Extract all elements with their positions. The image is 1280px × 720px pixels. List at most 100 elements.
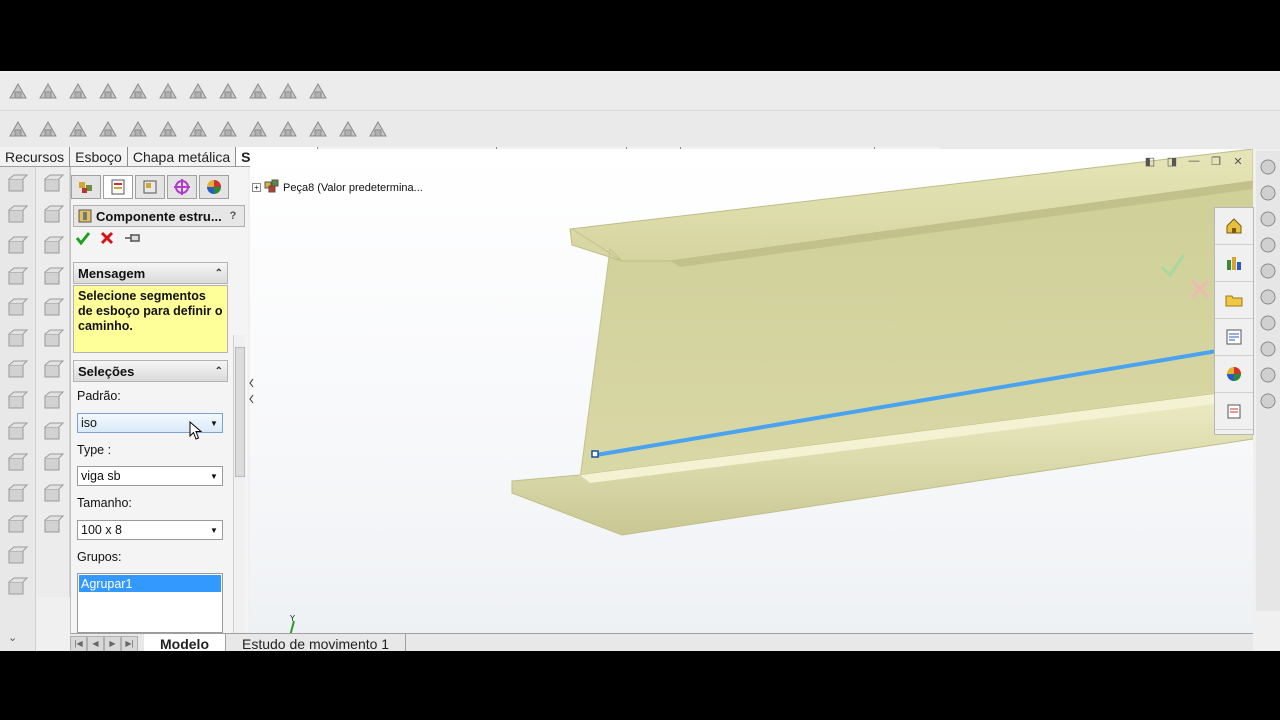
right-strip-tool-icon[interactable] <box>1258 391 1278 411</box>
feature-tree-root[interactable]: + Peça8 (Valor predetermina... <box>252 179 423 196</box>
left-strip-tool-icon[interactable] <box>4 234 30 260</box>
left-strip-secondary-tool-icon[interactable] <box>40 203 66 229</box>
left-strip-tool-icon[interactable] <box>4 544 30 570</box>
task-pane-home-tab[interactable] <box>1215 208 1253 245</box>
type-select[interactable]: viga sb ▼ <box>77 466 223 486</box>
sketch-icon[interactable] <box>34 116 62 144</box>
trim-extend-icon[interactable] <box>64 78 92 106</box>
left-strip-secondary-tool-icon[interactable] <box>40 265 66 291</box>
task-pane-design-library-tab[interactable] <box>1215 245 1253 282</box>
scrollbar-thumb[interactable] <box>235 347 245 477</box>
left-strip-tool-icon[interactable] <box>4 358 30 384</box>
right-strip-tool-icon[interactable] <box>1258 313 1278 333</box>
left-strip-secondary-tool-icon[interactable] <box>40 358 66 384</box>
prev-tab-button[interactable]: ◀ <box>87 635 104 651</box>
left-strip-secondary-tool-icon[interactable] <box>40 327 66 353</box>
left-strip-tool-icon[interactable] <box>4 265 30 291</box>
minimize-icon[interactable]: — <box>1186 154 1202 168</box>
right-strip-tool-icon[interactable] <box>1258 235 1278 255</box>
3d-sketch-icon[interactable] <box>4 78 32 106</box>
help-icon[interactable]: ? <box>226 209 240 223</box>
tile-left-icon[interactable]: ◧ <box>1142 154 1158 168</box>
gusset-icon[interactable] <box>124 78 152 106</box>
left-strip-secondary-tool-icon[interactable] <box>40 482 66 508</box>
graphics-viewport[interactable] <box>250 149 1253 635</box>
left-strip-tool-icon[interactable] <box>4 327 30 353</box>
display-manager-tab[interactable] <box>199 175 229 199</box>
bottom-tab-motion-study[interactable]: Estudo de movimento 1 <box>226 633 407 651</box>
dropdown-arrow-icon[interactable]: ▼ <box>206 467 222 485</box>
restore-icon[interactable]: ❐ <box>1208 154 1224 168</box>
groups-list[interactable]: Agrupar1 <box>77 573 223 633</box>
left-strip-secondary-tool-icon[interactable] <box>40 172 66 198</box>
dropdown-arrow-icon[interactable]: ▼ <box>206 521 222 539</box>
cancel-button[interactable] <box>99 230 115 251</box>
pin-button[interactable] <box>123 230 143 251</box>
left-strip-tool-icon[interactable] <box>4 296 30 322</box>
extruded-cut-icon[interactable] <box>244 78 272 106</box>
more-tools-icon[interactable] <box>364 116 392 144</box>
list-item[interactable]: Agrupar1 <box>79 575 221 592</box>
close-icon[interactable]: ✕ <box>1230 154 1246 168</box>
end-cap-icon[interactable] <box>94 78 122 106</box>
right-strip-tool-icon[interactable] <box>1258 183 1278 203</box>
chamfer-icon[interactable] <box>154 116 182 144</box>
left-strip-secondary-tool-icon[interactable] <box>40 234 66 260</box>
left-strip-secondary-tool-icon[interactable] <box>40 389 66 415</box>
left-strip-secondary-tool-icon[interactable] <box>40 420 66 446</box>
left-strip-tool-icon[interactable] <box>4 420 30 446</box>
configuration-manager-tab[interactable] <box>135 175 165 199</box>
left-strip-secondary-tool-icon[interactable] <box>40 451 66 477</box>
hole-wizard-icon[interactable] <box>274 78 302 106</box>
tab-esbo-o[interactable]: Esboço <box>70 147 128 166</box>
ok-button[interactable] <box>75 230 91 251</box>
mirror-icon[interactable] <box>274 116 302 144</box>
left-strip-tool-icon[interactable] <box>4 451 30 477</box>
right-strip-tool-icon[interactable] <box>1258 157 1278 177</box>
property-manager-tab[interactable] <box>103 175 133 199</box>
structure-system-icon[interactable] <box>94 116 122 144</box>
task-pane-appearances-tab[interactable] <box>1215 356 1253 393</box>
task-pane-view-palette-tab[interactable] <box>1215 319 1253 356</box>
draft-icon[interactable] <box>334 116 362 144</box>
3d-sketch-2-icon[interactable] <box>4 116 32 144</box>
left-strip-tool-icon[interactable] <box>4 575 30 601</box>
left-strip-tool-icon[interactable] <box>4 172 30 198</box>
tile-right-icon[interactable]: ◨ <box>1164 154 1180 168</box>
dimxpert-tab[interactable] <box>167 175 197 199</box>
first-tab-button[interactable]: |◀ <box>70 635 87 651</box>
bottom-tab-model[interactable]: Modelo <box>144 633 226 651</box>
left-strip-tool-icon[interactable] <box>4 203 30 229</box>
weld-bead-icon[interactable] <box>154 78 182 106</box>
right-strip-tool-icon[interactable] <box>1258 339 1278 359</box>
right-strip-tool-icon[interactable] <box>1258 287 1278 307</box>
task-pane-file-explorer-tab[interactable] <box>1215 282 1253 319</box>
tab-recursos[interactable]: Recursos <box>0 147 71 166</box>
property-manager-scrollbar[interactable] <box>233 335 245 651</box>
expand-chevron-icon[interactable]: ⌄ <box>8 631 17 644</box>
left-strip-tool-icon[interactable] <box>4 389 30 415</box>
feature-manager-tab[interactable] <box>71 175 101 199</box>
fillet-icon[interactable] <box>184 116 212 144</box>
task-pane-custom-properties-tab[interactable] <box>1215 393 1253 430</box>
right-strip-tool-icon[interactable] <box>1258 261 1278 281</box>
shell-icon[interactable] <box>244 116 272 144</box>
last-tab-button[interactable]: ▶| <box>121 635 138 651</box>
path-endpoint-handle[interactable] <box>591 450 599 458</box>
left-strip-secondary-tool-icon[interactable] <box>40 513 66 539</box>
next-tab-button[interactable]: ▶ <box>104 635 121 651</box>
left-strip-secondary-tool-icon[interactable] <box>40 296 66 322</box>
left-strip-tool-icon[interactable] <box>4 513 30 539</box>
cut-list-icon[interactable] <box>304 78 332 106</box>
collapse-chevron-icon[interactable]: ⌃ <box>215 366 223 377</box>
extruded-boss-icon[interactable] <box>214 78 242 106</box>
selections-section-header[interactable]: Seleções ⌃ <box>73 360 228 382</box>
fillet-bead-icon[interactable] <box>184 78 212 106</box>
tab-chapa-met-lica[interactable]: Chapa metálica <box>128 147 237 166</box>
structural-member-icon[interactable] <box>34 78 62 106</box>
size-select[interactable]: 100 x 8 ▼ <box>77 520 223 540</box>
panel-splitter-handle[interactable] <box>248 371 255 411</box>
collapse-chevron-icon[interactable]: ⌃ <box>215 268 223 279</box>
rib-icon[interactable] <box>214 116 242 144</box>
dropdown-arrow-icon[interactable]: ▼ <box>206 414 222 432</box>
